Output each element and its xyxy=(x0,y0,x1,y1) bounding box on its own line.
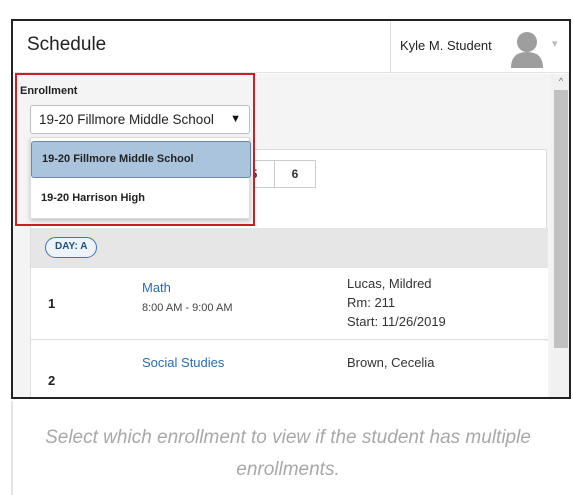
top-header: Schedule Kyle M. Student ▾ xyxy=(13,21,569,73)
user-name[interactable]: Kyle M. Student xyxy=(400,38,492,53)
room-number: Rm: 211 xyxy=(347,295,396,310)
day-badge: DAY: A xyxy=(45,237,98,258)
enrollment-option-fillmore[interactable]: 19-20 Fillmore Middle School xyxy=(31,141,251,178)
figure-caption: Select which enrollment to view if the s… xyxy=(45,427,531,480)
period-number: 1 xyxy=(48,296,56,311)
start-date: Start: 11/26/2019 xyxy=(347,314,446,329)
teacher-name: Brown, Cecelia xyxy=(347,355,435,370)
period-row: 1 Math 8:00 AM - 9:00 AM Lucas, Mildred … xyxy=(31,268,548,340)
vertical-scrollbar[interactable]: ^ xyxy=(551,74,569,397)
course-link[interactable]: Social Studies xyxy=(142,355,224,370)
scroll-up-arrow-icon[interactable]: ^ xyxy=(551,76,569,86)
scroll-thumb[interactable] xyxy=(554,90,568,348)
period-row: 2 Social Studies Brown, Cecelia xyxy=(31,341,548,397)
page-title: Schedule xyxy=(27,34,107,55)
teacher-name: Lucas, Mildred xyxy=(347,276,432,291)
caret-down-icon[interactable]: ▼ xyxy=(230,113,241,125)
enrollment-highlight-box: Enrollment 19-20 Fillmore Middle School … xyxy=(15,73,255,226)
enrollment-select[interactable]: 19-20 Fillmore Middle School ▼ xyxy=(30,105,250,134)
enrollment-label: Enrollment xyxy=(20,85,78,97)
enrollment-dropdown-menu: 19-20 Fillmore Middle School 19-20 Harri… xyxy=(30,137,251,219)
app-window: Schedule Kyle M. Student ▾ 5 6 DAY: A 1 … xyxy=(11,19,571,399)
avatar-icon[interactable] xyxy=(509,30,545,68)
day-header: DAY: A xyxy=(31,228,548,268)
enrollment-option-harrison[interactable]: 19-20 Harrison High xyxy=(31,180,251,217)
user-menu-chevron-icon[interactable]: ▾ xyxy=(552,37,558,50)
caption-rule xyxy=(11,401,13,495)
course-time: 8:00 AM - 9:00 AM xyxy=(142,302,233,314)
period-number: 2 xyxy=(48,373,56,388)
term-tab-6[interactable]: 6 xyxy=(274,160,316,188)
enrollment-selected-value: 19-20 Fillmore Middle School xyxy=(39,112,214,127)
header-divider xyxy=(390,21,391,73)
course-link[interactable]: Math xyxy=(142,280,171,295)
